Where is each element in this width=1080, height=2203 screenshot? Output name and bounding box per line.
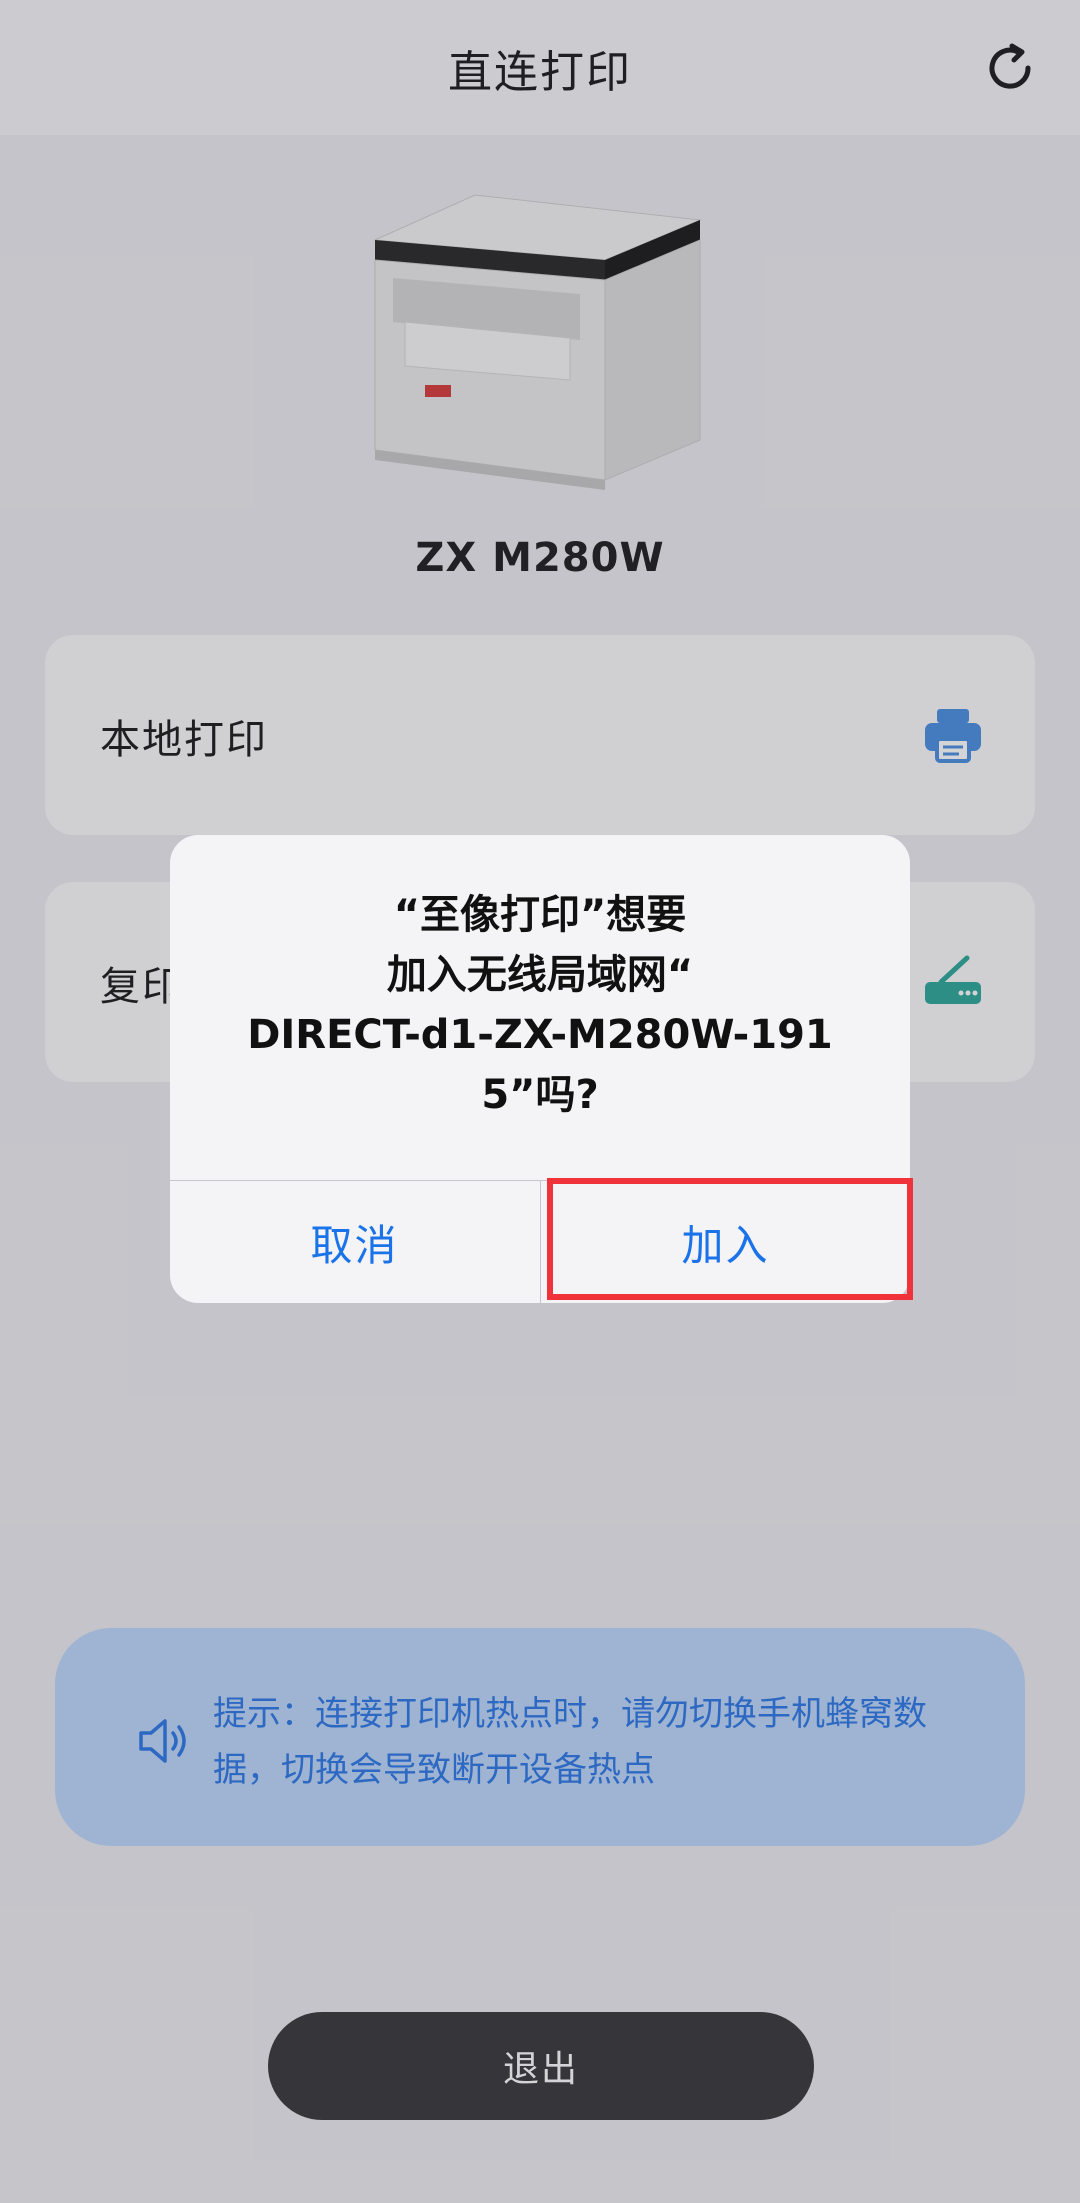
dialog-message: “至像打印”想要 加入无线局域网“ DIRECT-d1-ZX-M280W-191…: [190, 885, 890, 1125]
dialog-line: DIRECT-d1-ZX-M280W-191: [247, 1012, 833, 1058]
dialog-line: “至像打印”想要: [393, 892, 687, 938]
dialog-line: 加入无线局域网“: [386, 952, 694, 998]
dialog-line: 5”吗?: [481, 1072, 599, 1118]
join-button-highlight: [547, 1178, 913, 1300]
cancel-button[interactable]: 取消: [170, 1181, 539, 1303]
